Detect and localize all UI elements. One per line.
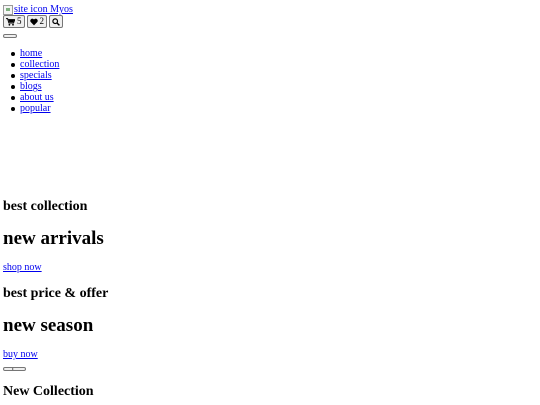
- wishlist-button[interactable]: 2: [26, 15, 47, 28]
- nav-item-collection: collection: [10, 59, 59, 70]
- nav-link-about-us[interactable]: about us: [20, 92, 54, 103]
- shopping-cart-icon: [6, 17, 15, 26]
- nav-link-blogs[interactable]: blogs: [20, 81, 42, 92]
- nav-item-blogs: blogs: [10, 81, 59, 92]
- slider-next-button[interactable]: [12, 367, 26, 371]
- nav-link-popular[interactable]: popular: [20, 103, 51, 114]
- shop-now-link[interactable]: shop now: [3, 262, 42, 274]
- wishlist-count: 2: [39, 16, 45, 26]
- buy-now-link[interactable]: buy now: [3, 349, 38, 361]
- search-button[interactable]: [49, 15, 63, 28]
- nav-link-collection[interactable]: collection: [20, 59, 59, 70]
- cart-count: 5: [17, 16, 22, 26]
- slide-2-subtitle: best price & offer: [3, 286, 109, 301]
- site-logo-image: [3, 5, 13, 15]
- slide-2-title: new season: [3, 315, 94, 336]
- nav-item-about-us: about us: [10, 92, 59, 103]
- cart-button[interactable]: 5: [3, 15, 25, 28]
- menu-toggle-button[interactable]: [3, 34, 17, 38]
- nav-item-specials: specials: [10, 70, 59, 81]
- nav-link-home[interactable]: home: [20, 48, 42, 59]
- nav-item-popular: popular: [10, 103, 59, 114]
- nav-link-specials[interactable]: specials: [20, 70, 52, 81]
- main-navigation: home collection specials blogs about us …: [10, 48, 59, 114]
- nav-item-home: home: [10, 48, 59, 59]
- new-collection-heading: New Collection: [3, 384, 94, 399]
- heart-icon: [29, 18, 38, 26]
- header-icon-bar: 5 2: [3, 15, 63, 28]
- slide-1-subtitle: best collection: [3, 199, 88, 214]
- slide-1-title: new arrivals: [3, 228, 104, 249]
- search-icon: [52, 17, 60, 26]
